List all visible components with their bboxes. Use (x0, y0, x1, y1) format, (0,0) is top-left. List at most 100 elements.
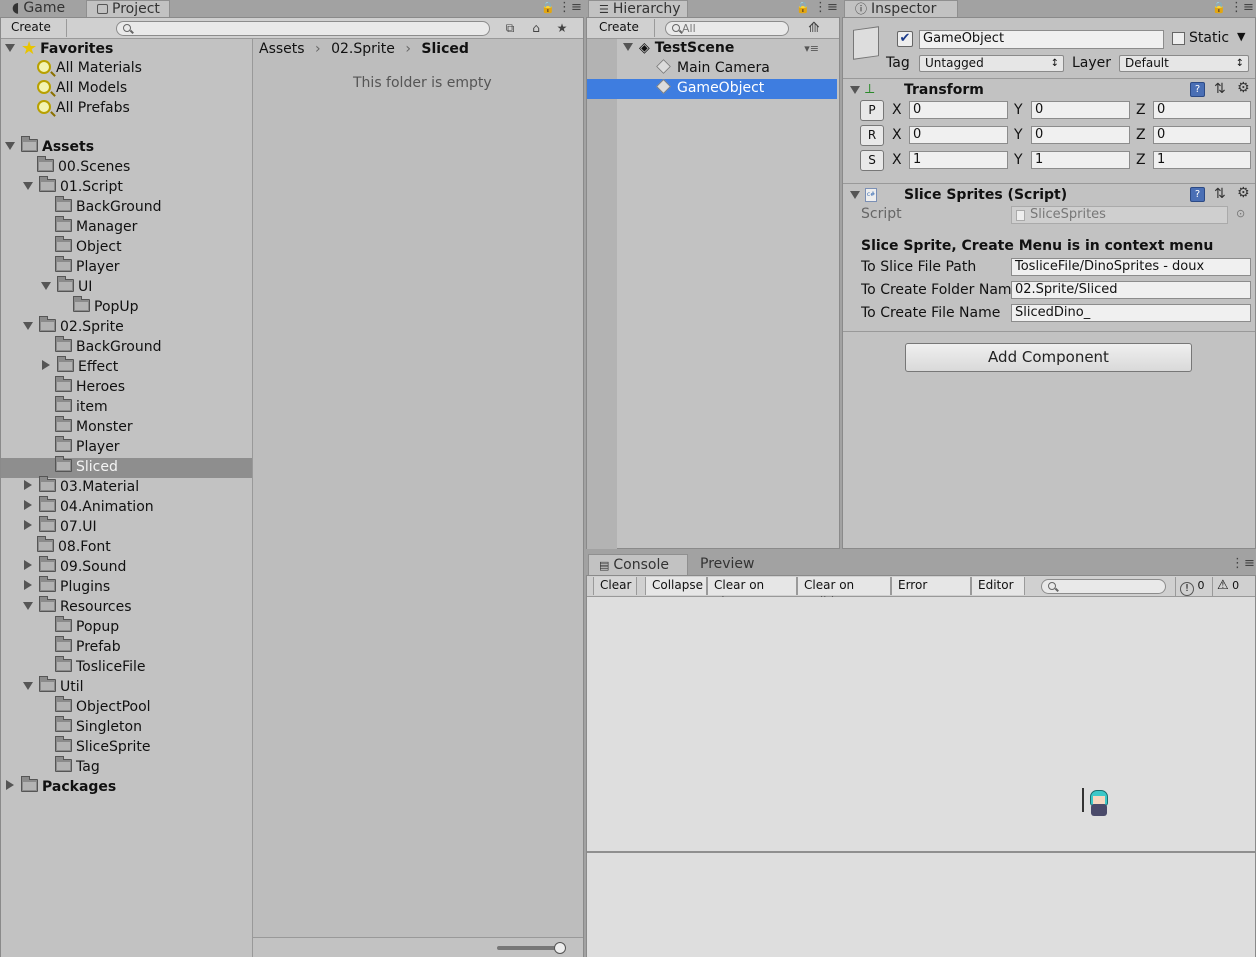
transform-x-field[interactable]: 0 (909, 101, 1008, 119)
lock-icon[interactable]: 🔒 (796, 1, 810, 14)
tree-folder-row[interactable]: Tag (1, 756, 252, 778)
expand-arrow-icon[interactable] (850, 191, 860, 199)
search-input[interactable] (116, 21, 490, 36)
tree-folder-row[interactable]: Resources (1, 596, 252, 618)
static-checkbox[interactable] (1172, 32, 1185, 45)
packages-row[interactable]: Packages (5, 776, 116, 798)
menu-icon[interactable]: ⋮≡ (558, 0, 582, 15)
expand-arrow-icon[interactable] (623, 43, 633, 51)
tree-folder-row[interactable]: Player (1, 256, 252, 278)
layer-dropdown[interactable]: Default (1119, 55, 1249, 72)
script-field-input[interactable]: TosliceFile/DinoSprites - doux (1011, 258, 1251, 276)
tree-folder-row[interactable]: 02.Sprite (1, 316, 252, 338)
expand-arrow-icon[interactable] (23, 682, 33, 690)
transform-reset-button[interactable]: P (860, 100, 884, 121)
tree-folder-row[interactable]: Prefab (1, 636, 252, 658)
expand-arrow-icon[interactable] (23, 182, 33, 190)
transform-header[interactable]: ⟂ Transform ? ⇅ ⚙ (843, 78, 1255, 102)
console-button[interactable]: Editor ▾ (971, 577, 1025, 609)
collapse-arrow-icon[interactable] (24, 580, 32, 590)
favorite-item[interactable]: All Prefabs (37, 99, 130, 119)
script-field-input[interactable]: 02.Sprite/Sliced (1011, 281, 1251, 299)
transform-z-field[interactable]: 1 (1153, 151, 1251, 169)
menu-icon[interactable]: ⋮≡ (814, 0, 838, 15)
hierarchy-item-gameobject[interactable]: GameObject (587, 79, 837, 99)
expand-arrow-icon[interactable] (23, 322, 33, 330)
tree-folder-row[interactable]: 03.Material (1, 476, 252, 498)
console-button[interactable]: Clear on Build (797, 577, 891, 609)
collapse-arrow-icon[interactable] (42, 360, 50, 370)
add-component-button[interactable]: Add Component (905, 343, 1192, 372)
tree-folder-row[interactable]: ObjectPool (1, 696, 252, 718)
create-button[interactable]: Create ▾ (5, 19, 67, 51)
lock-icon[interactable]: 🔒 (1212, 1, 1226, 14)
tree-folder-row[interactable]: Manager (1, 216, 252, 238)
tab-inspector[interactable]: ⓘ Inspector (844, 0, 958, 17)
tree-folder-row[interactable]: Sliced (1, 456, 252, 478)
tree-folder-row[interactable]: Monster (1, 416, 252, 438)
menu-icon[interactable]: ⋮≡ (1230, 0, 1254, 15)
gear-icon[interactable]: ⚙ (1237, 80, 1250, 96)
object-picker-icon[interactable]: ⊙ (1236, 207, 1245, 220)
gear-icon[interactable]: ⚙ (1237, 185, 1250, 201)
transform-x-field[interactable]: 0 (909, 126, 1008, 144)
tag-dropdown[interactable]: Untagged (919, 55, 1064, 72)
breadcrumb-item-sprite[interactable]: 02.Sprite (331, 41, 395, 57)
tree-folder-row[interactable]: Popup (1, 616, 252, 638)
menu-icon[interactable]: ⋮≡ (1231, 556, 1255, 571)
tree-folder-row[interactable]: item (1, 396, 252, 418)
expand-arrow-icon[interactable] (850, 86, 860, 94)
hierarchy-search-input[interactable]: All (665, 21, 789, 36)
static-dropdown-icon[interactable]: ▼ (1237, 30, 1245, 43)
favorite-star-icon[interactable]: ★ (551, 20, 573, 37)
info-count-toggle[interactable]: ! 0 (1175, 577, 1209, 596)
tab-preview[interactable]: Preview (690, 554, 763, 575)
help-icon[interactable]: ? (1190, 82, 1205, 97)
console-button[interactable]: Error Pause (891, 577, 971, 609)
tab-game[interactable]: ◖ Game (2, 0, 73, 17)
favorites-row[interactable]: ★ Favorites (5, 39, 113, 59)
transform-y-field[interactable]: 0 (1031, 101, 1130, 119)
collapse-arrow-icon[interactable] (24, 560, 32, 570)
tree-folder-row[interactable]: Effect (1, 356, 252, 378)
expand-arrow-icon[interactable] (5, 142, 15, 150)
tree-folder-row[interactable]: Singleton (1, 716, 252, 738)
active-checkbox[interactable]: ✔ (897, 31, 913, 47)
console-button[interactable]: Collapse (645, 577, 707, 595)
warning-count-toggle[interactable]: ⚠ 0 (1212, 577, 1243, 596)
console-button[interactable]: Clear on Play (707, 577, 797, 609)
filter-by-label-icon[interactable]: ⌂ (525, 20, 547, 37)
console-search-input[interactable] (1041, 579, 1166, 594)
collapse-arrow-icon[interactable] (24, 480, 32, 490)
help-icon[interactable]: ? (1190, 187, 1205, 202)
tab-project[interactable]: Project (86, 0, 170, 17)
hierarchy-create-button[interactable]: Create ▾ (593, 19, 655, 51)
tree-folder-row[interactable]: 00.Scenes (1, 156, 252, 178)
favorite-item[interactable]: All Materials (37, 59, 142, 79)
preset-icon[interactable]: ⇅ (1214, 81, 1226, 97)
tree-folder-row[interactable]: BackGround (1, 336, 252, 358)
tree-folder-row[interactable]: 07.UI (1, 516, 252, 538)
scene-row[interactable]: ◈ TestScene ▾≡ (623, 39, 839, 59)
script-field-input[interactable]: SlicedDino_ (1011, 304, 1251, 322)
tree-folder-row[interactable]: 09.Sound (1, 556, 252, 578)
tab-hierarchy[interactable]: ☰ Hierarchy (588, 0, 688, 17)
hierarchy-item-main-camera[interactable]: Main Camera (617, 59, 837, 79)
favorite-item[interactable]: All Models (37, 79, 127, 99)
tree-folder-row[interactable]: Util (1, 676, 252, 698)
tree-folder-row[interactable]: 08.Font (1, 536, 252, 558)
expand-arrow-icon[interactable] (6, 780, 14, 790)
expand-arrow-icon[interactable] (41, 282, 51, 290)
transform-y-field[interactable]: 1 (1031, 151, 1130, 169)
tree-folder-row[interactable]: TosliceFile (1, 656, 252, 678)
scene-visibility-icon[interactable]: ⟰ (803, 20, 825, 37)
scene-menu-icon[interactable]: ▾≡ (804, 39, 819, 58)
icon-size-slider-handle[interactable] (554, 942, 566, 954)
tree-folder-row[interactable]: 01.Script (1, 176, 252, 198)
tree-folder-row[interactable]: Heroes (1, 376, 252, 398)
script-component-header[interactable]: c# Slice Sprites (Script) ? ⇅ ⚙ (843, 183, 1255, 207)
tree-folder-row[interactable]: SliceSprite (1, 736, 252, 758)
expand-arrow-icon[interactable] (5, 44, 15, 52)
tree-folder-row[interactable]: Object (1, 236, 252, 258)
tree-folder-row[interactable]: Plugins (1, 576, 252, 598)
